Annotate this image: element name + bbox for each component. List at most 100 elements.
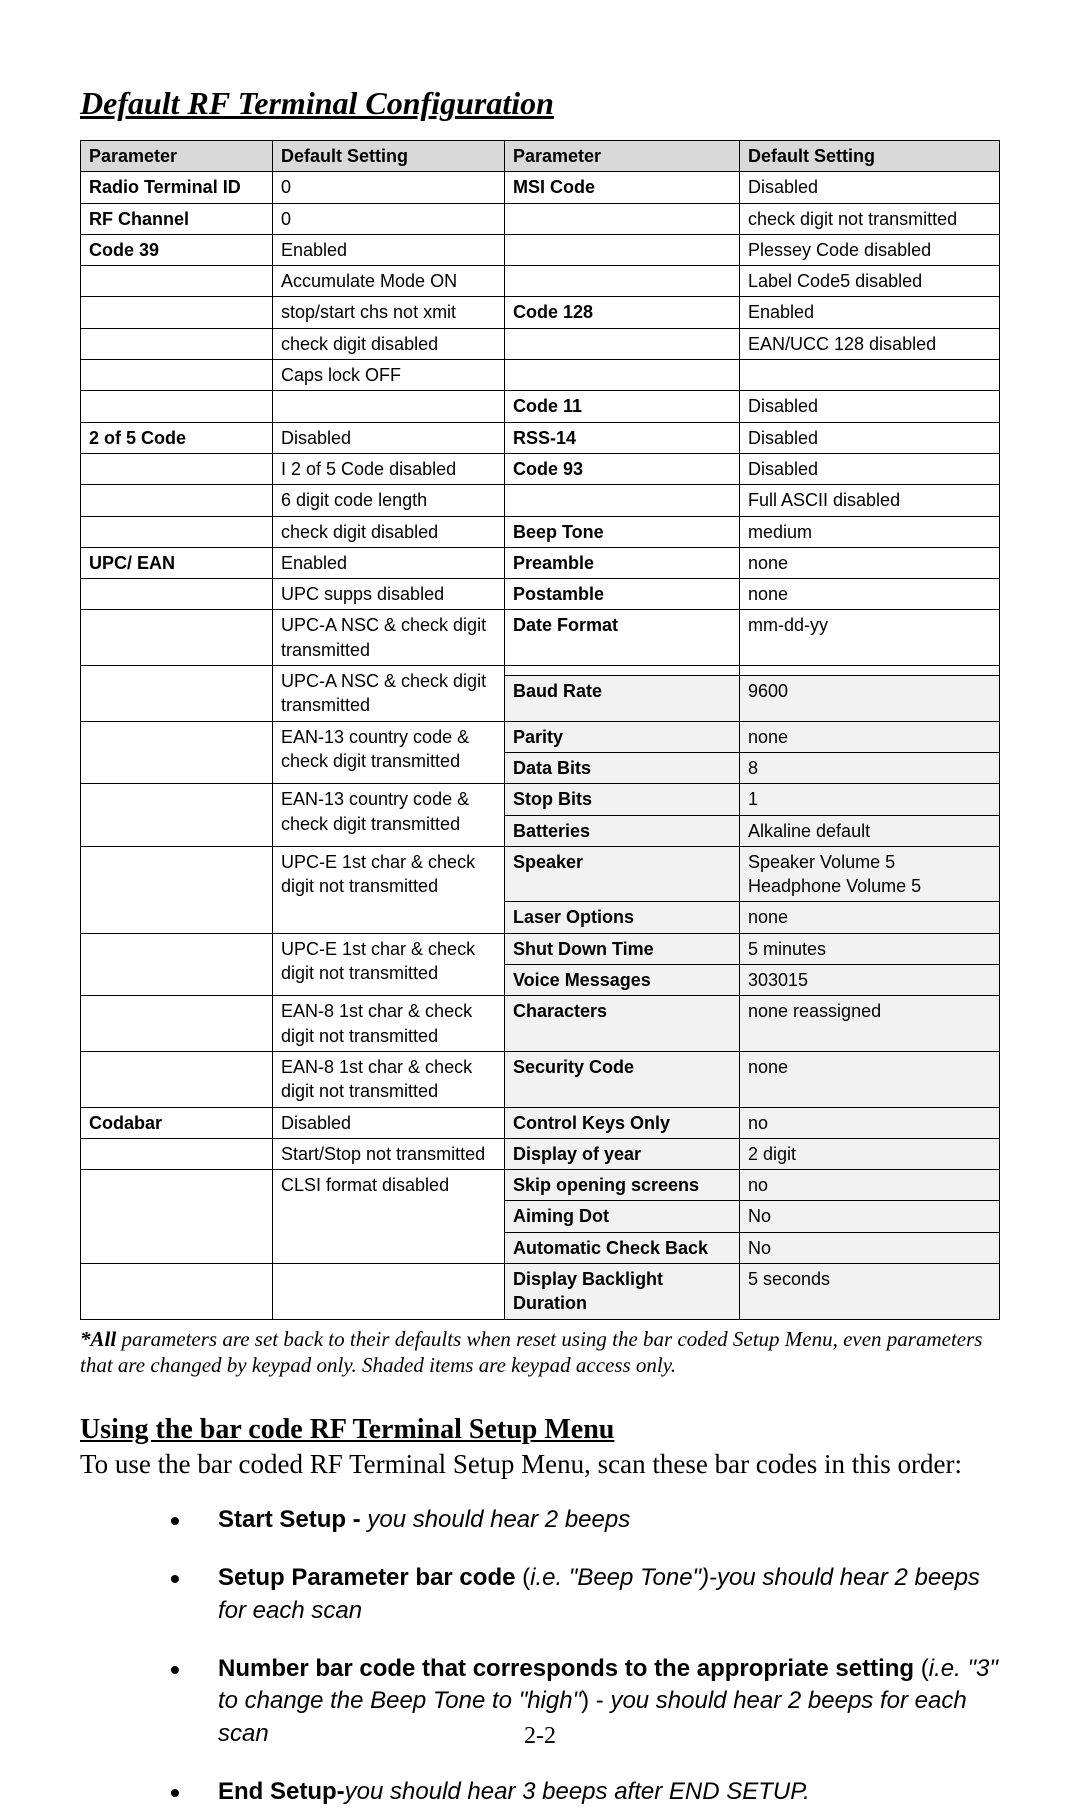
cell-default-left: EAN-13 country code & check digit transm… [273,784,505,847]
cell-parameter-left: UPC/ EAN [81,547,273,578]
cell-parameter-left [81,846,273,933]
table-row: UPC-A NSC & check digit transmitted [81,666,1000,676]
cell-default-right: Disabled [740,422,1000,453]
cell-default-right: Disabled [740,172,1000,203]
subsection-title: Using the bar code RF Terminal Setup Men… [80,1414,1000,1446]
body-intro-text: To use the bar coded RF Terminal Setup M… [80,1448,1000,1482]
cell-default-right: no [740,1170,1000,1201]
step-item: Start Setup - you should hear 2 beeps [170,1504,1000,1536]
table-row: UPC supps disabledPostamblenone [81,579,1000,610]
step-item: End Setup-you should hear 3 beeps after … [170,1776,1000,1808]
cell-parameter-right [505,485,740,516]
cell-default-left: EAN-13 country code & check digit transm… [273,721,505,784]
cell-parameter-left: Code 39 [81,234,273,265]
cell-default-right: Plessey Code disabled [740,234,1000,265]
cell-default-right: none [740,902,1000,933]
table-row: EAN-8 1st char & check digit not transmi… [81,1051,1000,1107]
cell-default-left: 0 [273,203,505,234]
cell-default-right: No [740,1201,1000,1232]
cell-parameter-right: Security Code [505,1051,740,1107]
cell-default-right [740,360,1000,391]
cell-default-right: 9600 [740,676,1000,721]
table-row: UPC-E 1st char & check digit not transmi… [81,846,1000,902]
cell-default-left [273,1263,505,1319]
cell-parameter-right: Display Backlight Duration [505,1263,740,1319]
cell-parameter-right: Postamble [505,579,740,610]
cell-default-right: Speaker Volume 5 Headphone Volume 5 [740,846,1000,902]
cell-parameter-right: Characters [505,996,740,1052]
table-row: Radio Terminal ID0MSI CodeDisabled [81,172,1000,203]
cell-default-right [740,666,1000,676]
footnote: *All parameters are set back to their de… [80,1326,1000,1379]
cell-default-right: EAN/UCC 128 disabled [740,328,1000,359]
cell-parameter-left [81,610,273,666]
cell-default-left: check digit disabled [273,516,505,547]
cell-parameter-right: Skip opening screens [505,1170,740,1201]
cell-default-right: no [740,1107,1000,1138]
cell-parameter-right: Baud Rate [505,676,740,721]
cell-parameter-left [81,516,273,547]
cell-parameter-right: Automatic Check Back [505,1232,740,1263]
table-row: Code 39EnabledPlessey Code disabled [81,234,1000,265]
header-default-right: Default Setting [740,141,1000,172]
cell-default-left: 0 [273,172,505,203]
cell-default-left: CLSI format disabled [273,1170,505,1264]
cell-default-left: UPC-A NSC & check digit transmitted [273,610,505,666]
table-row: 2 of 5 CodeDisabledRSS-14Disabled [81,422,1000,453]
cell-parameter-right: RSS-14 [505,422,740,453]
cell-parameter-right: Code 11 [505,391,740,422]
table-row: UPC-E 1st char & check digit not transmi… [81,933,1000,964]
cell-parameter-right: Preamble [505,547,740,578]
cell-default-left: I 2 of 5 Code disabled [273,453,505,484]
table-row: RF Channel0check digit not transmitted [81,203,1000,234]
cell-default-left: UPC-E 1st char & check digit not transmi… [273,933,505,996]
table-row: 6 digit code lengthFull ASCII disabled [81,485,1000,516]
cell-parameter-left: RF Channel [81,203,273,234]
cell-default-right: Enabled [740,297,1000,328]
document-page: Default RF Terminal Configuration Parame… [0,0,1080,1790]
cell-parameter-right: Code 93 [505,453,740,484]
cell-default-left: Disabled [273,1107,505,1138]
config-table: Parameter Default Setting Parameter Defa… [80,140,1000,1320]
cell-default-right: none [740,547,1000,578]
cell-default-left: EAN-8 1st char & check digit not transmi… [273,1051,505,1107]
cell-parameter-left [81,297,273,328]
table-row: CodabarDisabledControl Keys Onlyno [81,1107,1000,1138]
table-row: EAN-8 1st char & check digit not transmi… [81,996,1000,1052]
cell-default-right: 1 [740,784,1000,815]
cell-parameter-left [81,784,273,847]
table-row: UPC-A NSC & check digit transmittedDate … [81,610,1000,666]
cell-parameter-left [81,453,273,484]
cell-parameter-right [505,360,740,391]
cell-parameter-left [81,933,273,996]
cell-default-left: UPC-A NSC & check digit transmitted [273,666,505,722]
cell-default-left: Caps lock OFF [273,360,505,391]
header-parameter-left: Parameter [81,141,273,172]
cell-parameter-left: Codabar [81,1107,273,1138]
step-item: Setup Parameter bar code (i.e. "Beep Ton… [170,1562,1000,1627]
cell-parameter-right [505,328,740,359]
cell-parameter-right: Date Format [505,610,740,666]
table-row: EAN-13 country code & check digit transm… [81,784,1000,815]
table-row: stop/start chs not xmitCode 128Enabled [81,297,1000,328]
cell-parameter-right: Speaker [505,846,740,902]
cell-parameter-left: 2 of 5 Code [81,422,273,453]
cell-default-left: Disabled [273,422,505,453]
cell-default-left: UPC-E 1st char & check digit not transmi… [273,846,505,933]
cell-default-left: Start/Stop not transmitted [273,1138,505,1169]
cell-parameter-right: MSI Code [505,172,740,203]
cell-parameter-left [81,1170,273,1264]
cell-parameter-left [81,328,273,359]
footnote-rest: parameters are set back to their default… [80,1327,982,1377]
cell-parameter-left [81,266,273,297]
table-row: EAN-13 country code & check digit transm… [81,721,1000,752]
cell-parameter-right: Data Bits [505,752,740,783]
cell-default-left: Accumulate Mode ON [273,266,505,297]
cell-parameter-right: Beep Tone [505,516,740,547]
cell-default-left: EAN-8 1st char & check digit not transmi… [273,996,505,1052]
cell-default-right: 5 seconds [740,1263,1000,1319]
table-row: I 2 of 5 Code disabledCode 93Disabled [81,453,1000,484]
cell-parameter-left [81,391,273,422]
cell-parameter-left [81,666,273,722]
cell-default-right: Disabled [740,391,1000,422]
